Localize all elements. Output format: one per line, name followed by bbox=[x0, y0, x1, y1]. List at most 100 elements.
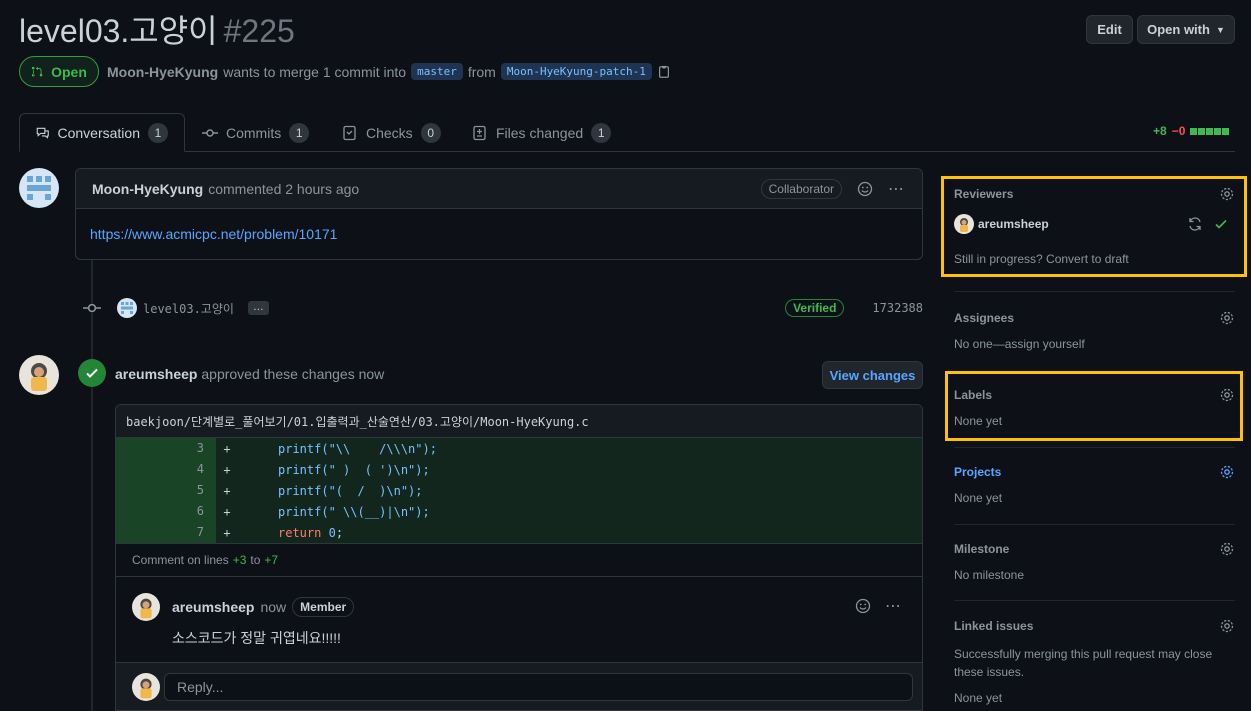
commit-message[interactable]: level03.고양이 bbox=[143, 300, 234, 317]
from-text: from bbox=[467, 63, 496, 80]
tab-commits-label: Commits bbox=[226, 124, 282, 141]
code-line: printf("( / )\n"); bbox=[278, 483, 423, 498]
timeline-line bbox=[91, 259, 93, 711]
diffstat: +8 −0 bbox=[1153, 124, 1230, 138]
commit-sha[interactable]: 1732388 bbox=[872, 301, 923, 315]
sidebar-divider bbox=[954, 291, 1235, 292]
tab-commits-count: 1 bbox=[289, 122, 310, 143]
diff-line: 4 + printf(" ) ( ')\n"); bbox=[116, 459, 922, 480]
comment-header: Moon-HyeKyung commented 2 hours ago Coll… bbox=[76, 169, 922, 209]
open-with-button[interactable]: Open with ▼ bbox=[1137, 15, 1235, 44]
gear-icon[interactable] bbox=[1219, 618, 1235, 634]
base-branch[interactable]: master bbox=[411, 63, 463, 80]
review-action: approved these changes bbox=[201, 366, 355, 382]
avatar[interactable] bbox=[19, 168, 59, 208]
smiley-icon[interactable] bbox=[853, 596, 873, 616]
copy-icon[interactable] bbox=[657, 65, 671, 79]
verified-badge[interactable]: Verified bbox=[785, 299, 845, 317]
tab-checks[interactable]: Checks 0 bbox=[326, 113, 457, 152]
line-number[interactable]: 7 bbox=[116, 522, 216, 543]
range-end: +7 bbox=[264, 553, 279, 567]
head-branch[interactable]: Moon-HyeKyung-patch-1 bbox=[500, 63, 652, 80]
kebab-menu-icon[interactable]: ⋯ bbox=[886, 179, 906, 199]
diff-line: 7 + return 0; bbox=[116, 522, 922, 543]
gear-icon[interactable] bbox=[1219, 464, 1235, 480]
projects-section: Projects None yet bbox=[954, 464, 1235, 505]
commit-expand-button[interactable]: … bbox=[247, 301, 269, 315]
commit-author-avatar[interactable] bbox=[117, 298, 137, 318]
reviewers-section: Reviewers areumsheep Still in progress? … bbox=[954, 186, 1235, 266]
view-changes-button[interactable]: View changes bbox=[822, 361, 923, 389]
pr-state-badge: Open bbox=[19, 56, 99, 87]
line-number[interactable]: 6 bbox=[116, 501, 216, 522]
conversation-icon bbox=[36, 127, 49, 139]
gear-icon[interactable] bbox=[1219, 310, 1235, 326]
avatar bbox=[132, 673, 160, 701]
commit-icon bbox=[202, 128, 218, 137]
avatar[interactable] bbox=[954, 214, 974, 234]
projects-title[interactable]: Projects bbox=[954, 465, 1001, 479]
gear-icon[interactable] bbox=[1219, 186, 1235, 202]
edit-button[interactable]: Edit bbox=[1086, 15, 1133, 44]
tab-files-changed[interactable]: Files changed 1 bbox=[456, 113, 627, 152]
kebab-menu-icon[interactable]: ⋯ bbox=[883, 596, 903, 616]
reply-area: Reply... bbox=[116, 663, 922, 710]
tab-conversation[interactable]: Conversation 1 bbox=[19, 113, 185, 152]
diffstat-deletions: −0 bbox=[1171, 124, 1186, 138]
pr-author-link[interactable]: Moon-HyeKyung bbox=[107, 64, 218, 80]
comment-body-link[interactable]: https://www.acmicpc.net/problem/10171 bbox=[90, 226, 337, 242]
review-summary: areumsheep approved these changes now bbox=[115, 366, 384, 382]
reviewer-avatar[interactable] bbox=[19, 355, 59, 395]
gear-icon[interactable] bbox=[1219, 387, 1235, 403]
comment-range: Comment on lines +3 to +7 bbox=[116, 543, 922, 577]
reply-input[interactable]: Reply... bbox=[164, 673, 913, 701]
diff-line: 5 + printf("( / )\n"); bbox=[116, 480, 922, 501]
sidebar-divider bbox=[954, 524, 1235, 525]
merge-text: wants to merge 1 commit into bbox=[223, 63, 407, 80]
smiley-icon[interactable] bbox=[855, 179, 875, 199]
convert-to-draft-link[interactable]: Still in progress? Convert to draft bbox=[954, 252, 1235, 266]
tab-commits[interactable]: Commits 1 bbox=[186, 113, 325, 152]
linked-issues-title[interactable]: Linked issues bbox=[954, 619, 1033, 633]
assignees-text[interactable]: No one—assign yourself bbox=[954, 337, 1235, 351]
approved-check-icon bbox=[78, 359, 106, 387]
assignees-title[interactable]: Assignees bbox=[954, 311, 1014, 325]
tab-conversation-count: 1 bbox=[148, 122, 168, 143]
review-comment: areumsheep now Member ⋯ 소스코드가 정말 귀엽네요!!!… bbox=[116, 577, 922, 663]
tab-files-changed-count: 1 bbox=[591, 122, 612, 143]
file-diff-icon bbox=[473, 125, 486, 140]
sync-icon[interactable] bbox=[1187, 216, 1203, 232]
gear-icon[interactable] bbox=[1219, 541, 1235, 557]
diff-file-path[interactable]: baekjoon/단계별로_풀어보기/01.입출력과_산술연산/03.고양이/M… bbox=[116, 405, 922, 438]
open-with-label: Open with bbox=[1147, 22, 1210, 37]
code-line: printf(" \\(__)|\n"); bbox=[278, 504, 430, 519]
pr-title-row: level03.고양이 #225 bbox=[19, 6, 295, 52]
comment-meta: commented 2 hours ago bbox=[208, 180, 360, 197]
reviewer-name[interactable]: areumsheep bbox=[978, 217, 1049, 231]
inner-comment-author[interactable]: areumsheep bbox=[172, 599, 254, 615]
line-number[interactable]: 5 bbox=[116, 480, 216, 501]
code-line: return 0; bbox=[278, 525, 344, 540]
commit-icon bbox=[83, 303, 101, 313]
line-number[interactable]: 3 bbox=[116, 438, 216, 459]
avatar[interactable] bbox=[132, 593, 160, 621]
diff-line: 3 + printf("\\ /\\\n"); bbox=[116, 438, 922, 459]
line-number[interactable]: 4 bbox=[116, 459, 216, 480]
tab-files-changed-label: Files changed bbox=[496, 124, 584, 141]
assignees-section: Assignees No one—assign yourself bbox=[954, 310, 1235, 351]
author-role-badge: Collaborator bbox=[760, 178, 842, 199]
review-author[interactable]: areumsheep bbox=[115, 366, 197, 382]
tab-checks-count: 0 bbox=[420, 122, 441, 143]
review-time: now bbox=[358, 366, 385, 382]
labels-title[interactable]: Labels bbox=[954, 388, 992, 402]
diffstat-additions: +8 bbox=[1153, 124, 1167, 138]
range-start: +3 bbox=[232, 553, 247, 567]
comment-author[interactable]: Moon-HyeKyung bbox=[92, 181, 203, 197]
review-diff: baekjoon/단계별로_풀어보기/01.입출력과_산술연산/03.고양이/M… bbox=[115, 404, 923, 711]
code-line: printf("\\ /\\\n"); bbox=[278, 441, 437, 456]
inner-comment-time: now bbox=[260, 599, 287, 615]
milestone-title[interactable]: Milestone bbox=[954, 542, 1009, 556]
caret-down-icon: ▼ bbox=[1215, 24, 1225, 35]
projects-text: None yet bbox=[954, 491, 1003, 505]
reviewers-title[interactable]: Reviewers bbox=[954, 187, 1013, 201]
